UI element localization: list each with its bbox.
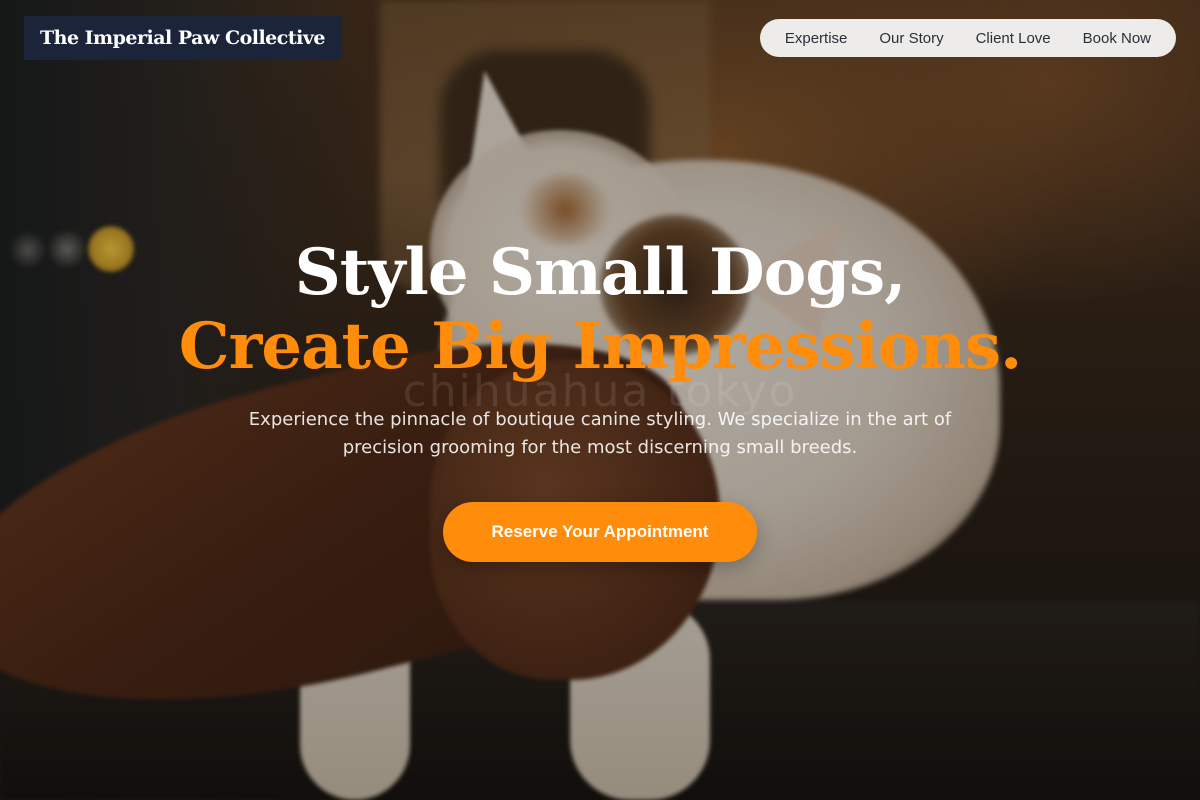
hero-content: Style Small Dogs, Create Big Impressions… bbox=[0, 236, 1200, 384]
nav-link-expertise[interactable]: Expertise bbox=[769, 30, 864, 47]
headline-line-2: Create Big Impressions. bbox=[178, 309, 1023, 384]
nav-link-client-love[interactable]: Client Love bbox=[960, 30, 1067, 47]
main-nav: Expertise Our Story Client Love Book Now bbox=[759, 19, 1176, 57]
hero-subtitle: Experience the pinnacle of boutique cani… bbox=[248, 409, 952, 458]
headline-line-1: Style Small Dogs, bbox=[294, 235, 907, 310]
nav-link-book-now[interactable]: Book Now bbox=[1067, 30, 1167, 47]
hero-headline: Style Small Dogs, Create Big Impressions… bbox=[0, 236, 1200, 384]
reserve-appointment-button[interactable]: Reserve Your Appointment bbox=[443, 502, 757, 562]
nav-link-our-story[interactable]: Our Story bbox=[863, 30, 959, 47]
brand-logo[interactable]: The Imperial Paw Collective bbox=[24, 16, 341, 60]
